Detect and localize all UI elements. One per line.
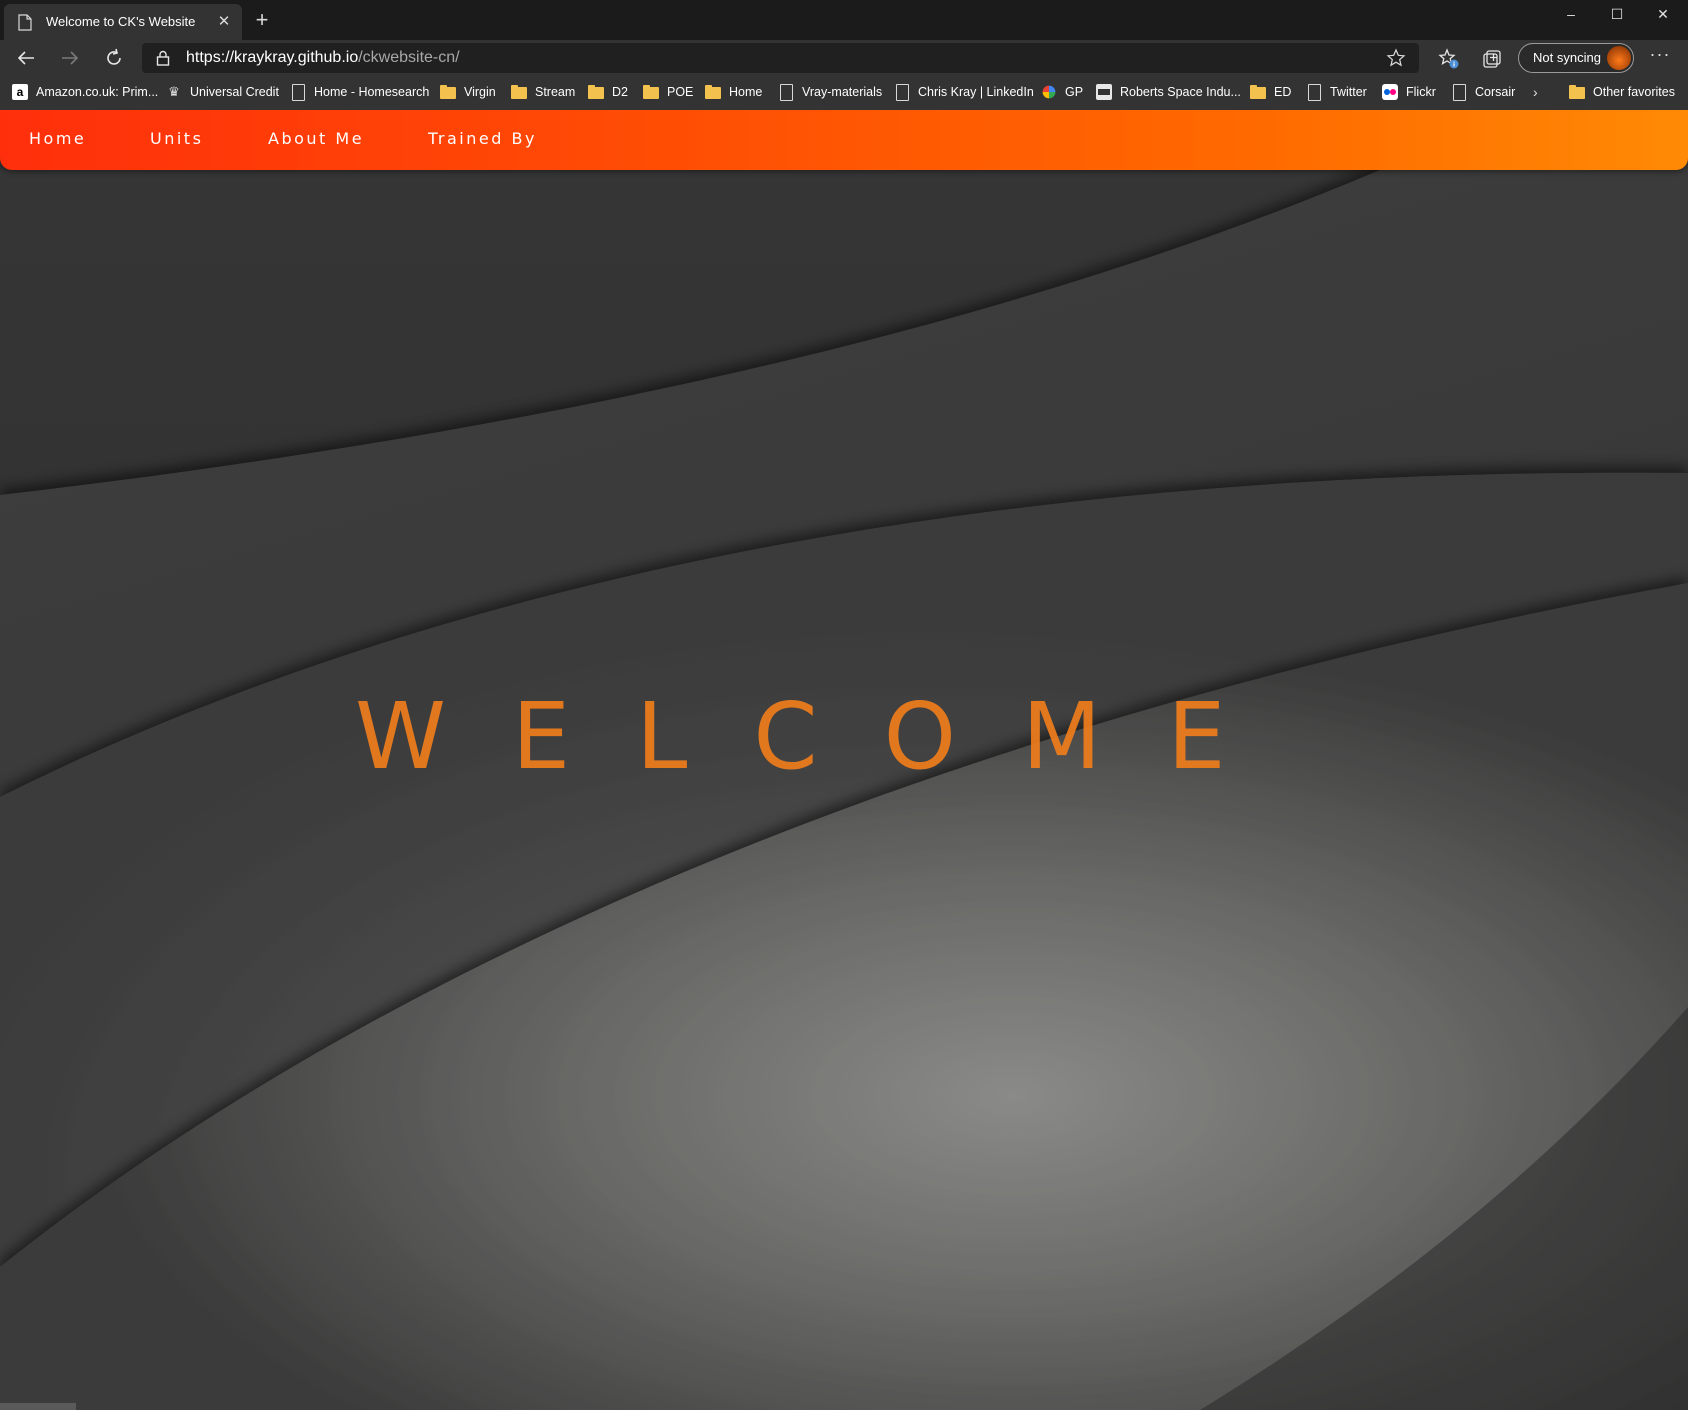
bookmark-item[interactable]: D2 [588, 82, 628, 102]
bookmark-item[interactable]: Corsair [1451, 82, 1515, 102]
reload-icon[interactable] [102, 46, 126, 70]
page-viewport: Home Units About Me Trained By WELCOME [0, 107, 1688, 1410]
bookmark-label: Home [729, 85, 763, 99]
bookmark-item[interactable]: Roberts Space Indu... [1096, 82, 1241, 102]
browser-window: Welcome to CK's Website ✕ + – ☐ ✕ https:… [0, 0, 1688, 1410]
avatar [1607, 46, 1631, 70]
nav-link-units[interactable]: Units [150, 129, 203, 148]
folder-icon [643, 84, 659, 100]
back-arrow-icon[interactable] [14, 46, 38, 70]
google-icon [1042, 85, 1056, 99]
title-bar: Welcome to CK's Website ✕ + – ☐ ✕ [0, 0, 1688, 40]
maximize-icon[interactable]: ☐ [1594, 0, 1640, 28]
bookmark-item[interactable]: a Amazon.co.uk: Prim... [12, 82, 158, 102]
folder-icon [440, 84, 456, 100]
flickr-icon [1382, 84, 1398, 100]
folder-icon [1250, 84, 1266, 100]
forward-arrow-icon[interactable] [58, 46, 82, 70]
bookmark-item[interactable]: Home - Homesearch [290, 82, 429, 102]
profile-button[interactable]: Not syncing [1518, 43, 1634, 73]
nav-link-trained-by[interactable]: Trained By [428, 129, 537, 148]
bookmark-label: Universal Credit [190, 85, 279, 99]
star-icon[interactable] [1386, 48, 1406, 68]
url-text[interactable]: https://kraykray.github.io/ckwebsite-cn/ [186, 49, 460, 67]
collections-icon[interactable] [1481, 48, 1503, 70]
bookmark-item[interactable]: Twitter [1306, 82, 1367, 102]
bookmark-label: Vray-materials [802, 85, 883, 99]
bookmark-item[interactable]: ED [1250, 82, 1291, 102]
bookmark-label: D2 [612, 85, 628, 99]
horizontal-scrollbar[interactable] [0, 1403, 76, 1410]
browser-toolbar: https://kraykray.github.io/ckwebsite-cn/… [0, 40, 1688, 76]
hero-welcome-text: WELCOME [355, 683, 1292, 790]
site-navbar: Home Units About Me Trained By [0, 110, 1688, 170]
minimize-icon[interactable]: – [1548, 0, 1594, 28]
bookmark-item[interactable]: Flickr [1382, 82, 1436, 102]
new-tab-icon[interactable]: + [250, 8, 274, 32]
page-icon [1451, 84, 1467, 101]
page-icon [290, 84, 306, 101]
folder-icon [1569, 84, 1585, 100]
favorites-icon[interactable] [1438, 48, 1460, 70]
bookmark-item[interactable]: POE [643, 82, 693, 102]
folder-icon [588, 84, 604, 100]
window-close-icon[interactable]: ✕ [1640, 0, 1686, 28]
other-favorites-label: Other favorites [1593, 85, 1675, 99]
crown-icon: ♛ [168, 84, 180, 99]
bookmark-label: POE [667, 85, 694, 99]
lock-icon[interactable] [156, 50, 170, 66]
bookmark-item[interactable]: Vray-materials [778, 82, 882, 102]
amazon-icon: a [12, 84, 28, 100]
url-host: https://kraykray.github.io [186, 49, 359, 66]
bookmark-item[interactable]: Home [705, 82, 762, 102]
bookmarks-bar: a Amazon.co.uk: Prim... ♛ Universal Credit… [0, 76, 1688, 107]
bookmark-label: Home - Homesearch [314, 85, 430, 99]
chevron-right-icon[interactable]: › [1533, 84, 1547, 100]
bookmark-label: Chris Kray | LinkedIn [918, 85, 1034, 99]
rsi-icon [1096, 84, 1112, 100]
bookmark-item[interactable]: Stream [511, 82, 575, 102]
bookmark-label: Roberts Space Indu... [1120, 85, 1241, 99]
more-options-icon[interactable]: ··· [1646, 45, 1674, 69]
bookmark-label: Flickr [1406, 85, 1436, 99]
bookmark-label: Virgin [464, 85, 496, 99]
close-tab-icon[interactable]: ✕ [214, 12, 234, 32]
address-bar[interactable]: https://kraykray.github.io/ckwebsite-cn/ [142, 43, 1419, 73]
bookmark-label: ED [1274, 85, 1292, 99]
bookmark-item[interactable]: GP [1041, 82, 1083, 102]
page-icon [894, 84, 910, 101]
bookmark-label: Amazon.co.uk: Prim... [36, 85, 159, 99]
bookmark-label: Corsair [1475, 85, 1516, 99]
page-icon [778, 84, 794, 101]
other-favorites[interactable]: Other favorites [1569, 82, 1675, 102]
bookmark-label: Stream [535, 85, 576, 99]
bookmark-item[interactable]: Virgin [440, 82, 496, 102]
folder-icon [705, 84, 721, 100]
tab-title: Welcome to CK's Website [46, 14, 196, 29]
folder-icon [511, 84, 527, 100]
nav-link-about-me[interactable]: About Me [268, 129, 364, 148]
bookmark-item[interactable]: Chris Kray | LinkedIn [894, 82, 1034, 102]
page-icon [1306, 84, 1322, 101]
bookmark-label: Twitter [1330, 85, 1367, 99]
bookmark-item[interactable]: ♛ Universal Credit [166, 82, 279, 102]
nav-link-home[interactable]: Home [29, 129, 86, 148]
url-path: /ckwebsite-cn/ [358, 49, 460, 66]
bookmark-label: GP [1065, 85, 1084, 99]
tab-active[interactable]: Welcome to CK's Website ✕ [4, 4, 242, 40]
profile-label: Not syncing [1533, 50, 1601, 65]
page-icon [18, 14, 32, 31]
